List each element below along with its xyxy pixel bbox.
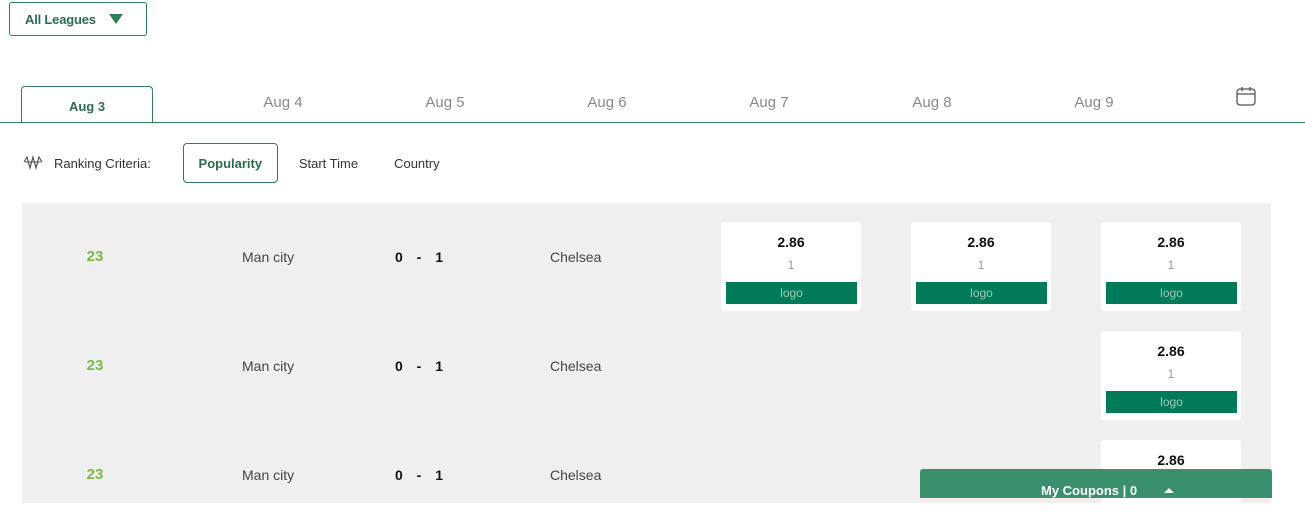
odds-card[interactable]: 2.86 1 logo — [1101, 331, 1241, 420]
league-filter-label: All Leagues — [25, 11, 96, 27]
my-coupons-label: My Coupons | 0 — [1041, 483, 1138, 498]
match-list: 23 Man city 0 - 1 Chelsea 2.86 1 logo 2.… — [22, 203, 1271, 529]
ranking-option-start-time[interactable]: Start Time — [282, 143, 375, 183]
match-score: 0 - 1 — [395, 249, 444, 265]
odds-value: 2.86 — [777, 234, 805, 250]
match-row: 23 Man city 0 - 1 Chelsea 2.86 1 logo — [22, 312, 1271, 421]
match-row: 23 Man city 0 - 1 Chelsea 2.86 1 logo 2.… — [22, 203, 1271, 312]
odds-card[interactable]: 2.86 1 logo — [721, 222, 861, 311]
home-team: Man city — [242, 358, 295, 374]
my-coupons-bar[interactable]: My Coupons | 0 — [920, 469, 1272, 498]
calendar-icon[interactable] — [1235, 85, 1257, 107]
odds-outcome: 1 — [787, 258, 795, 272]
bookmaker-logo: logo — [726, 282, 857, 304]
away-team: Chelsea — [550, 358, 602, 374]
bookmaker-logo: logo — [1106, 391, 1237, 413]
match-score: 0 - 1 — [395, 467, 444, 483]
ranking-criteria-bar: Ranking Criteria: Popularity Start Time … — [22, 143, 622, 183]
odds-value: 2.86 — [967, 234, 995, 250]
ranking-icon — [23, 154, 43, 171]
odds-card[interactable]: 2.86 1 logo — [1101, 222, 1241, 311]
ranking-option-country[interactable]: Country — [377, 143, 457, 183]
ranking-option-popularity[interactable]: Popularity — [182, 143, 278, 183]
caret-down-icon — [108, 14, 123, 24]
odds-value: 2.86 — [1157, 343, 1185, 359]
odds-value: 2.86 — [1157, 234, 1185, 250]
match-number: 23 — [86, 248, 104, 265]
match-number: 23 — [86, 466, 104, 483]
odds-outcome: 1 — [977, 258, 985, 272]
bookmaker-logo: logo — [916, 282, 1047, 304]
away-team: Chelsea — [550, 249, 602, 265]
match-score: 0 - 1 — [395, 358, 444, 374]
home-team: Man city — [242, 467, 295, 483]
ranking-criteria-label: Ranking Criteria: — [54, 155, 151, 171]
date-tab-aug-8[interactable]: Aug 8 — [867, 84, 997, 120]
bookmaker-logo: logo — [1106, 282, 1237, 304]
date-tab-aug-4[interactable]: Aug 4 — [218, 84, 348, 120]
odds-card[interactable]: 2.86 1 logo — [911, 222, 1051, 311]
odds-outcome: 1 — [1167, 367, 1175, 381]
date-tab-aug-5[interactable]: Aug 5 — [380, 84, 510, 120]
date-tab-aug-3[interactable]: Aug 3 — [21, 86, 153, 122]
date-tab-aug-9[interactable]: Aug 9 — [1029, 84, 1159, 120]
home-team: Man city — [242, 249, 295, 265]
odds-outcome: 1 — [1167, 258, 1175, 272]
date-tab-aug-6[interactable]: Aug 6 — [542, 84, 672, 120]
match-number: 23 — [86, 357, 104, 374]
league-filter-dropdown[interactable]: All Leagues — [9, 2, 147, 36]
away-team: Chelsea — [550, 467, 602, 483]
caret-up-icon[interactable] — [1164, 488, 1174, 493]
date-tab-aug-7[interactable]: Aug 7 — [704, 84, 834, 120]
odds-value: 2.86 — [1157, 452, 1185, 468]
date-tabs: Aug 3 Aug 4 Aug 5 Aug 6 Aug 7 Aug 8 Aug … — [0, 84, 1305, 123]
